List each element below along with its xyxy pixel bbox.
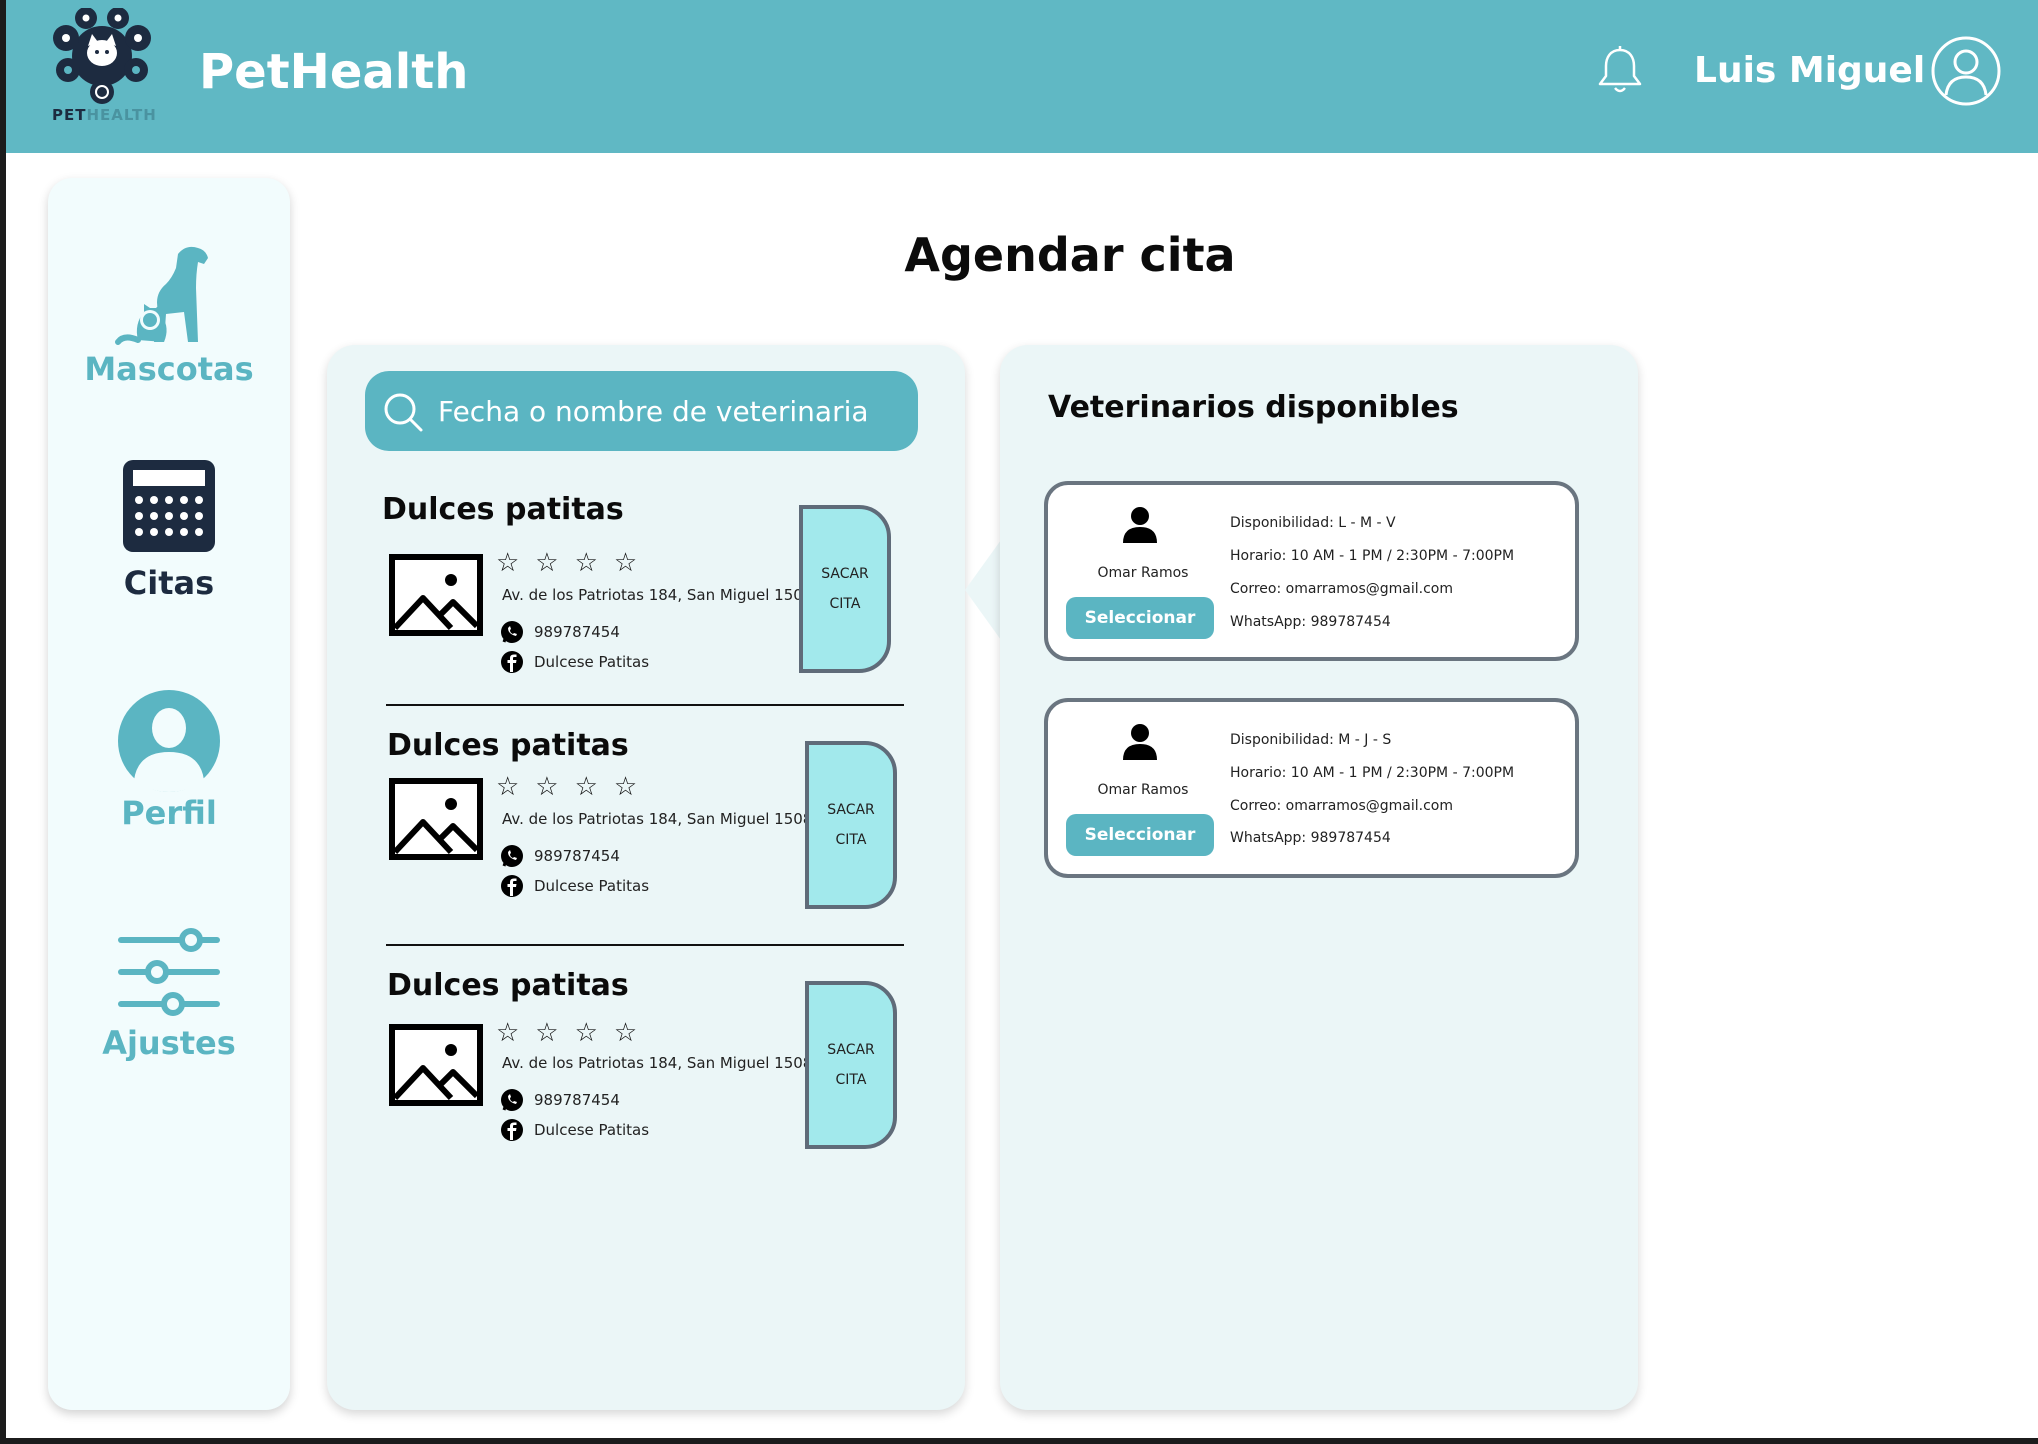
rating-stars: ☆☆☆☆ [496,1018,654,1048]
vet-whatsapp: WhatsApp: 989787454 [1230,830,1391,846]
app-title: PetHealth [199,44,469,100]
clinic-divider [386,944,904,946]
vet-whatsapp: WhatsApp: 989787454 [1230,614,1391,630]
sidebar: Mascotas Citas Perfil Ajustes [48,178,290,1410]
sidebar-item-label: Mascotas [84,350,254,388]
sidebar-item-mascotas[interactable]: Mascotas [48,244,290,388]
sacar-cita-label-line1: SACAR [827,802,875,818]
window-frame-left [0,0,6,1444]
rating-stars: ☆☆☆☆ [496,772,654,802]
sacar-cita-label-line2: CITA [835,832,867,848]
user-name[interactable]: Luis Miguel [1694,50,1925,91]
pethealth-logo[interactable]: PETHEALTH [46,7,158,126]
select-vet-button[interactable]: Seleccionar [1066,597,1214,639]
clinic-facebook[interactable]: Dulcese Patitas [500,1118,649,1142]
clinic-facebook-name: Dulcese Patitas [534,1121,650,1139]
sacar-cita-label-line2: CITA [835,1072,867,1088]
settings-sliders-icon [118,928,220,1016]
clinic-phone: 989787454 [500,620,620,644]
sacar-cita-button[interactable]: SACAR CITA [799,505,891,673]
clinic-name: Dulces patitas [382,492,624,527]
search-input[interactable] [438,385,898,437]
logo-wordmark: PETHEALTH [52,106,157,124]
clinic-phone: 989787454 [500,1088,620,1112]
sidebar-item-label: Ajustes [102,1024,236,1062]
paw-cluster-icon [53,7,151,104]
clinic-image-placeholder-icon [389,554,483,636]
whatsapp-icon [501,621,523,643]
clinic-name: Dulces patitas [387,728,629,763]
clinic-phone-number: 989787454 [534,623,620,641]
vet-schedule: Horario: 10 AM - 1 PM / 2:30PM - 7:00PM [1230,548,1515,564]
clinic-facebook[interactable]: Dulcese Patitas [500,650,649,674]
sidebar-item-ajustes[interactable]: Ajustes [48,928,290,1062]
whatsapp-icon [501,1089,523,1111]
clinic-phone-number: 989787454 [534,1091,620,1109]
rating-stars: ☆☆☆☆ [496,548,654,578]
sacar-cita-button[interactable]: SACAR CITA [805,741,897,909]
pets-icon [115,246,208,345]
whatsapp-icon [501,845,523,867]
select-vet-button[interactable]: Seleccionar [1066,814,1214,856]
sacar-cita-button[interactable]: SACAR CITA [805,981,897,1149]
sacar-cita-label-line1: SACAR [821,566,869,582]
clinic-address: Av. de los Patriotas 184, San Miguel 150… [502,810,822,828]
facebook-icon [501,875,523,897]
sidebar-item-perfil[interactable]: Perfil [48,690,290,832]
sacar-cita-label-line1: SACAR [827,1042,875,1058]
clinic-image-placeholder-icon [389,1024,483,1106]
page-title: Agendar cita [904,228,1236,282]
clinic-phone: 989787454 [500,844,620,868]
clinic-facebook-name: Dulcese Patitas [534,877,650,895]
vet-card: Omar Ramos Seleccionar Disponibilidad: M… [1044,698,1579,878]
clinic-card: Dulces patitas ☆☆☆☆ Av. de los Patriotas… [365,968,925,1168]
sidebar-item-citas[interactable]: Citas [48,458,290,602]
clinic-address: Av. de los Patriotas 184, San Miguel 150… [502,586,822,604]
vet-availability: Disponibilidad: L - M - V [1230,515,1396,531]
clinic-divider [386,704,904,706]
vet-email: Correo: omarramos@gmail.com [1230,581,1454,597]
clinic-name: Dulces patitas [387,968,629,1003]
facebook-icon [501,1119,523,1141]
clinic-facebook-name: Dulcese Patitas [534,653,650,671]
vet-email: Correo: omarramos@gmail.com [1230,798,1454,814]
notification-bell-icon[interactable] [1594,44,1646,96]
vet-availability: Disponibilidad: M - J - S [1230,732,1392,748]
search-bar[interactable] [365,371,918,451]
window-frame-bottom [0,1438,2038,1444]
profile-icon [118,690,220,792]
vet-name: Omar Ramos [1097,565,1189,581]
top-header: PETHEALTH PetHealth Luis Miguel [6,0,2038,153]
sacar-cita-label-line2: CITA [829,596,861,612]
clinic-phone-number: 989787454 [534,847,620,865]
clinic-address: Av. de los Patriotas 184, San Miguel 150… [502,1054,822,1072]
panel-pointer [965,540,1001,640]
vets-title: Veterinarios disponibles [1048,390,1459,425]
person-icon [1123,507,1157,543]
search-icon [384,393,423,432]
vet-schedule: Horario: 10 AM - 1 PM / 2:30PM - 7:00PM [1230,765,1515,781]
clinic-card: Dulces patitas ☆☆☆☆ Av. de los Patriotas… [365,728,925,928]
clinic-image-placeholder-icon [389,778,483,860]
sidebar-item-label: Citas [123,564,215,602]
calendar-icon [123,460,215,552]
facebook-icon [501,651,523,673]
person-icon [1123,724,1157,760]
vet-name: Omar Ramos [1097,782,1189,798]
sidebar-item-label: Perfil [121,794,217,832]
vet-card: Omar Ramos Seleccionar Disponibilidad: L… [1044,481,1579,661]
clinic-card: Dulces patitas ☆☆☆☆ Av. de los Patriotas… [365,492,925,692]
user-avatar-icon[interactable] [1930,35,2002,107]
clinic-facebook[interactable]: Dulcese Patitas [500,874,649,898]
